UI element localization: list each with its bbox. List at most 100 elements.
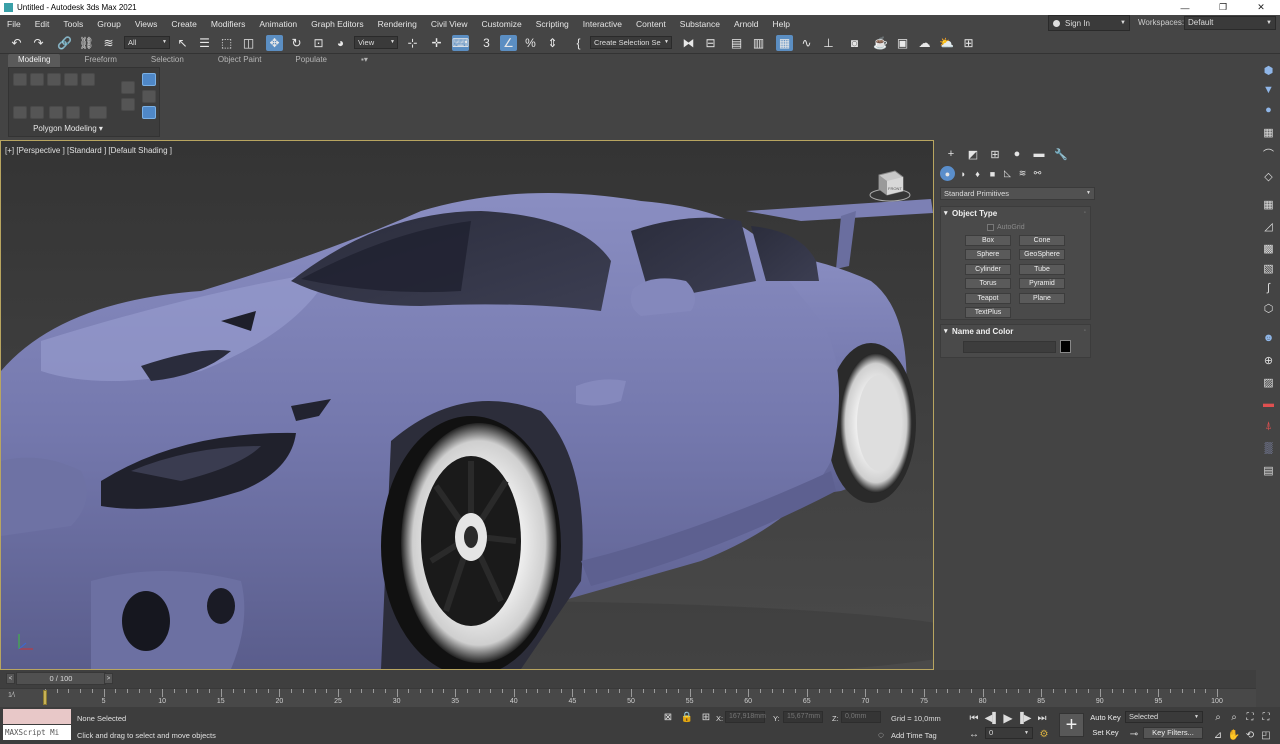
render-setup-icon[interactable]: ☕ (872, 35, 889, 51)
select-and-rotate-icon[interactable]: ↻ (288, 35, 305, 51)
redo-icon[interactable]: ↷ (30, 35, 47, 51)
perspective-viewport[interactable]: [+] [Perspective ] [Standard ] [Default … (1, 141, 933, 669)
textplus-button[interactable]: TextPlus (965, 307, 1011, 318)
collapse-stack-icon[interactable] (66, 106, 80, 119)
autogrid-checkbox[interactable]: AutoGrid (987, 224, 1025, 231)
name-and-color-header[interactable]: Name and Color ◦ (941, 325, 1090, 338)
plane-button[interactable]: Plane (1019, 293, 1065, 304)
menu-tools[interactable]: Tools (56, 19, 90, 29)
menu-scripting[interactable]: Scripting (529, 19, 576, 29)
maxscript-listener-top[interactable] (3, 709, 71, 724)
geosphere-button[interactable]: GeoSphere (1019, 249, 1065, 260)
create-tab-icon[interactable]: + (940, 146, 962, 162)
rendered-frame-window-icon[interactable]: ▣ (894, 35, 911, 51)
percent-snap-icon[interactable]: % (522, 35, 539, 51)
preserve-uvs-icon[interactable] (30, 106, 44, 119)
box-icon[interactable]: ⬢ (1260, 62, 1277, 78)
show-end-result-icon[interactable] (142, 73, 156, 86)
cone-icon[interactable]: ▼ (1260, 82, 1277, 98)
a360-gallery-icon[interactable]: ⊞ (960, 35, 977, 51)
time-slider[interactable]: 0 / 100 (16, 672, 106, 685)
close-button[interactable]: ✕ (1242, 0, 1280, 15)
stack-icon[interactable]: ▤ (1260, 462, 1277, 478)
menu-help[interactable]: Help (766, 19, 797, 29)
x-coordinate-field[interactable]: 167,918mm (725, 711, 766, 723)
select-by-name-icon[interactable]: ☰ (196, 35, 213, 51)
maximize-button[interactable]: ❐ (1204, 0, 1242, 15)
tab-modeling[interactable]: Modeling (8, 54, 61, 67)
grid-icon[interactable]: ▦ (1260, 196, 1277, 212)
pivot-center-icon[interactable]: ⊹ (404, 35, 421, 51)
modify-tab-icon[interactable]: ◩ (962, 146, 984, 162)
next-modifier-icon[interactable] (121, 98, 135, 111)
y-coordinate-field[interactable]: 15,677mm (783, 711, 823, 723)
zoom-icon[interactable]: ⌕ (1211, 710, 1225, 724)
toggle-scene-explorer-icon[interactable]: ▤ (728, 35, 745, 51)
render-in-cloud-icon[interactable]: ⛅ (938, 35, 955, 51)
view-cube[interactable]: FRONT (869, 169, 911, 205)
edge-mode-icon[interactable] (30, 73, 44, 86)
polygon-modeling-dropdown[interactable]: Polygon Modeling ▾ (9, 124, 127, 133)
time-tag-icon[interactable]: ◌ (874, 728, 888, 742)
polygon-mode-icon[interactable] (64, 73, 78, 86)
field-of-view-icon[interactable]: ⊿ (1211, 728, 1225, 742)
selection-filter-dropdown[interactable]: All ▼ (124, 36, 170, 49)
manipulate-icon[interactable]: ✛ (428, 35, 445, 51)
box-button[interactable]: Box (965, 235, 1011, 246)
absolute-mode-icon[interactable]: ⊞ (699, 710, 713, 724)
display-tab-icon[interactable]: ▬ (1028, 146, 1050, 162)
orbit-icon[interactable]: ⟲ (1243, 728, 1257, 742)
to-poly-icon[interactable] (89, 106, 107, 119)
menu-views[interactable]: Views (128, 19, 165, 29)
z-coordinate-field[interactable]: 0,0mm (841, 711, 881, 723)
cylinder-button[interactable]: Cylinder (965, 264, 1011, 275)
pyramid-button[interactable]: Pyramid (1019, 278, 1065, 289)
ribbon-options-icon[interactable]: ▪▾ (351, 54, 378, 67)
next-frame-icon[interactable]: > (104, 673, 113, 684)
spinner-snap-icon[interactable]: ⇕ (544, 35, 561, 51)
maximize-viewport-icon[interactable]: ◰ (1259, 728, 1273, 742)
align-icon[interactable]: ⊟ (702, 35, 719, 51)
curve-editor-icon[interactable]: ∿ (798, 35, 815, 51)
object-name-field[interactable] (963, 341, 1056, 353)
previous-frame-icon[interactable]: < (6, 673, 15, 684)
teapot-button[interactable]: Teapot (965, 293, 1011, 304)
track-bar-mini-curve-icon[interactable]: 1⁄\ (8, 692, 15, 699)
select-and-scale-icon[interactable]: ⊡ (310, 35, 327, 51)
brick-icon[interactable]: ▬ (1260, 396, 1277, 412)
object-type-header[interactable]: Object Type ◦ (941, 207, 1090, 220)
add-time-tag[interactable]: Add Time Tag (891, 731, 937, 740)
menu-create[interactable]: Create (164, 19, 204, 29)
current-frame-indicator[interactable] (43, 690, 47, 705)
tab-freeform[interactable]: Freeform (74, 54, 126, 67)
cone-button[interactable]: Cone (1019, 235, 1065, 246)
menu-content[interactable]: Content (629, 19, 673, 29)
menu-modifiers[interactable]: Modifiers (204, 19, 252, 29)
diagonal-icon[interactable]: ▨ (1260, 374, 1277, 390)
previous-key-icon[interactable]: ◀▌ (985, 711, 1000, 725)
bend-icon[interactable]: ◿ (1260, 218, 1277, 234)
crosshair-icon[interactable]: ⊕ (1260, 352, 1277, 368)
person-icon[interactable]: ☻ (1260, 330, 1277, 346)
space-warps-icon[interactable]: ≋ (1015, 166, 1030, 181)
utilities-tab-icon[interactable]: 🔧 (1050, 146, 1072, 162)
key-mode-toggle-icon[interactable]: ↔ (967, 727, 981, 741)
modify-mode-icon[interactable] (13, 106, 27, 119)
unlink-icon[interactable]: ⛓ (78, 35, 95, 51)
tab-object-paint[interactable]: Object Paint (208, 54, 272, 67)
rectangular-selection-icon[interactable]: ⬚ (218, 35, 235, 51)
spline-icon[interactable]: ∫ (1260, 280, 1277, 296)
pattern-icon[interactable]: ▒ (1260, 440, 1277, 456)
pan-icon[interactable]: ✋ (1227, 728, 1241, 742)
menu-group[interactable]: Group (90, 19, 128, 29)
border-mode-icon[interactable] (47, 73, 61, 86)
ignore-backfacing-icon[interactable] (49, 106, 63, 119)
toggle-layer-explorer-icon[interactable]: ▥ (750, 35, 767, 51)
sphere-icon[interactable]: ● (1260, 102, 1277, 118)
set-key-button[interactable]: Set Key (1089, 727, 1122, 739)
key-filters-button[interactable]: Key Filters... (1143, 727, 1203, 739)
hierarchy-tab-icon[interactable]: ⊞ (984, 146, 1006, 162)
go-to-start-icon[interactable]: ⏮ (967, 711, 981, 725)
torus-button[interactable]: Torus (965, 278, 1011, 289)
key-filter-icon[interactable]: ⊸ (1127, 727, 1141, 741)
